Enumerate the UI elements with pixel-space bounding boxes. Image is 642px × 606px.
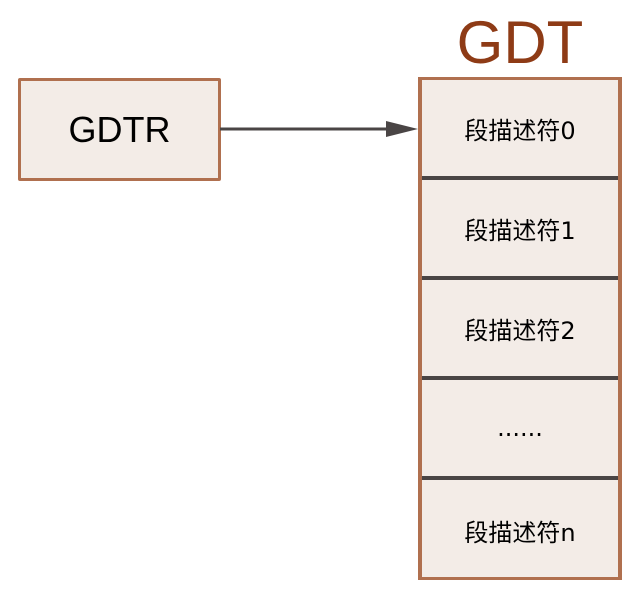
- gdt-row: ......: [422, 380, 618, 480]
- row-label: 段描述符0: [464, 116, 576, 145]
- gdt-table: 段描述符0 段描述符1 段描述符2 ...... 段描述符n: [418, 77, 622, 580]
- gdt-row: 段描述符0: [422, 80, 618, 180]
- row-label: ......: [497, 414, 543, 442]
- row-label: 段描述符1: [464, 216, 576, 245]
- gdt-row: 段描述符1: [422, 180, 618, 280]
- row-label: 段描述符n: [464, 518, 576, 547]
- gdt-row: 段描述符2: [422, 280, 618, 380]
- gdt-row: 段描述符n: [422, 480, 618, 580]
- row-label: 段描述符2: [464, 316, 576, 345]
